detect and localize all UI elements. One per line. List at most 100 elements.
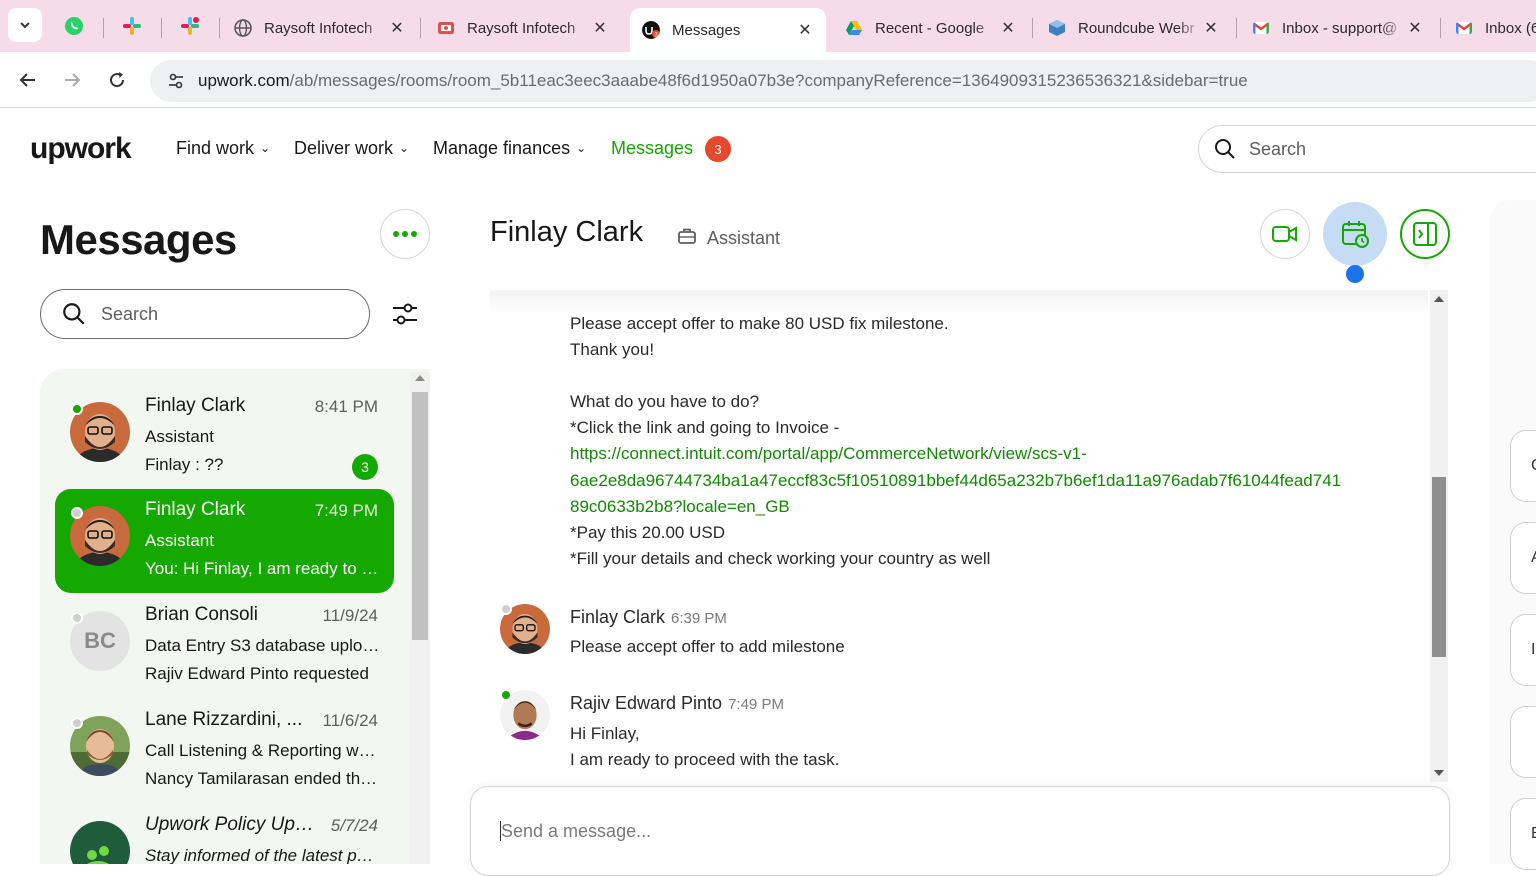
thread-scrollbar[interactable] [1430, 290, 1448, 782]
gmail-icon [1252, 22, 1270, 34]
details-panel-button[interactable] [1510, 706, 1536, 778]
nav-messages[interactable]: Messages [611, 138, 693, 159]
invoice-link[interactable]: https://connect.intuit.com/portal/app/Co… [570, 441, 1087, 467]
tab-gmail-support[interactable]: Inbox - support@ ✕ [1240, 8, 1436, 48]
forward-button[interactable] [56, 64, 88, 96]
room-name: Finlay Clark [145, 499, 246, 520]
chevron-down-icon: ⌄ [260, 141, 271, 155]
filter-button[interactable] [388, 297, 422, 331]
room-preview: Finlay : ?? [145, 455, 224, 474]
offline-indicator [71, 717, 83, 729]
globe-icon [234, 19, 252, 37]
toggle-sidebar-button[interactable] [1400, 209, 1450, 259]
room-list-scrollbar[interactable] [410, 372, 430, 864]
tab-raysoft-2[interactable]: Raysoft Infotech ✕ [425, 8, 621, 48]
nav-manage-finances[interactable]: Manage finances ⌄ [433, 138, 586, 159]
message-line: Hi Finlay, [570, 724, 640, 743]
details-panel-button[interactable]: I [1510, 614, 1536, 686]
pinned-tab-slack[interactable] [112, 8, 152, 44]
room-role: Data Entry S3 database upload [145, 636, 380, 655]
url-path: /ab/messages/rooms/room_5b11eac3eec3aaab… [289, 71, 1248, 90]
details-panel-button[interactable]: E [1510, 798, 1536, 870]
room-item[interactable]: Finlay Clark 8:41 PM Assistant Finlay : … [55, 385, 394, 489]
raysoft-icon [438, 22, 454, 34]
close-icon[interactable]: ✕ [796, 20, 814, 40]
close-icon[interactable]: ✕ [1406, 18, 1424, 38]
close-icon[interactable]: ✕ [999, 18, 1017, 38]
tab-title: Messages [672, 21, 741, 39]
video-camera-icon [1272, 226, 1297, 242]
text-caret [500, 821, 501, 841]
tab-title: Recent - Google [875, 19, 985, 37]
close-icon[interactable]: ✕ [1202, 18, 1220, 38]
scroll-thumb[interactable] [1432, 477, 1446, 657]
sender-name: Rajiv Edward Pinto [570, 693, 723, 713]
pinned-tab-whatsapp[interactable] [54, 8, 94, 44]
panel-right-icon [1413, 222, 1437, 246]
more-horizontal-icon [393, 231, 417, 237]
back-button[interactable] [12, 64, 44, 96]
reload-icon [110, 72, 125, 88]
chevron-down-icon: ⌄ [399, 141, 410, 155]
tab-title: Inbox - support@ [1282, 19, 1398, 37]
close-icon[interactable]: ✕ [388, 18, 406, 38]
nav-find-work[interactable]: Find work ⌄ [176, 138, 270, 159]
tab-google-drive[interactable]: Recent - Google ✕ [833, 8, 1029, 48]
message-time: 6:39 PM [671, 610, 727, 627]
site-info-icon[interactable] [164, 69, 188, 93]
invoice-link[interactable]: 89c0633b2b8?locale=en_GB [570, 494, 790, 520]
close-icon[interactable]: ✕ [591, 18, 609, 38]
browser-tab-strip: Raysoft Infotech ✕ Raysoft Infotech ✕ 3 … [0, 0, 1536, 52]
details-panel-button[interactable]: C [1510, 430, 1536, 502]
reload-button[interactable] [101, 64, 133, 96]
scroll-up-arrow[interactable] [415, 375, 425, 381]
schedule-meeting-button[interactable] [1323, 202, 1387, 266]
tab-roundcube[interactable]: Roundcube Webr ✕ [1036, 8, 1232, 48]
offline-indicator [71, 612, 83, 624]
unread-badge: 3 [352, 454, 378, 480]
composer-placeholder: Send a message... [501, 821, 652, 841]
room-item[interactable]: Upwork Policy Updates 5/7/24 Stay inform… [55, 804, 394, 864]
url-text: upwork.com/ab/messages/rooms/room_5b11ea… [198, 71, 1248, 91]
offline-indicator [71, 507, 83, 519]
tab-gmail-inbox[interactable]: Inbox (6 [1443, 8, 1536, 48]
tab-title: Raysoft Infotech [264, 19, 373, 37]
chat-contact-role: Assistant [707, 228, 781, 248]
tab-search-button[interactable] [8, 8, 42, 42]
tab-raysoft-1[interactable]: Raysoft Infotech ✕ [222, 8, 418, 48]
nav-label: Messages [611, 138, 694, 158]
scroll-thumb[interactable] [412, 392, 428, 640]
room-item[interactable]: Lane Rizzardini, ... 11/6/24 Call Listen… [55, 699, 394, 803]
nav-deliver-work[interactable]: Deliver work ⌄ [294, 138, 409, 159]
message-composer[interactable]: Send a message... [470, 786, 1450, 876]
nav-label: Find work [176, 138, 255, 158]
nav-label: Deliver work [294, 138, 394, 158]
room-item[interactable]: BC Brian Consoli 11/9/24 Data Entry S3 d… [55, 594, 394, 698]
room-preview: Rajiv Edward Pinto requested [145, 664, 369, 683]
address-bar[interactable]: upwork.com/ab/messages/rooms/room_5b11ea… [150, 60, 1536, 102]
tab-messages[interactable]: 3 Messages ✕ [630, 8, 826, 52]
messages-count-badge: 3 [705, 136, 731, 162]
upwork-logo[interactable]: upwork [30, 132, 132, 166]
invoice-link[interactable]: 6ae2e8da96744734ba1a47eccf83c5f10510891b… [570, 468, 1341, 494]
room-time: 5/7/24 [330, 816, 378, 835]
room-preview: You: Hi Finlay, I am ready to proceed wi… [145, 559, 380, 578]
video-call-button[interactable] [1260, 209, 1310, 259]
details-panel-button[interactable]: A [1510, 522, 1536, 594]
rooms-search-input[interactable]: Search [40, 289, 370, 339]
room-time: 11/6/24 [322, 711, 378, 730]
more-options-button[interactable] [380, 209, 430, 259]
sliders-icon [393, 303, 417, 325]
room-role: Assistant [145, 531, 214, 550]
room-role: Assistant [145, 427, 214, 446]
scroll-up-arrow[interactable] [1434, 296, 1444, 302]
room-list: Finlay Clark 8:41 PM Assistant Finlay : … [40, 369, 430, 864]
pinned-tab-slack-2[interactable] [170, 8, 210, 44]
sender-name: Finlay Clark [570, 607, 666, 627]
nav-label: Manage finances [433, 138, 571, 158]
scroll-down-arrow[interactable] [1434, 770, 1444, 776]
header-search-input[interactable]: Search [1198, 125, 1536, 173]
online-indicator [500, 689, 512, 701]
tab-title: Inbox (6 [1485, 19, 1536, 37]
room-item-selected[interactable]: Finlay Clark 7:49 PM Assistant You: Hi F… [55, 489, 394, 593]
